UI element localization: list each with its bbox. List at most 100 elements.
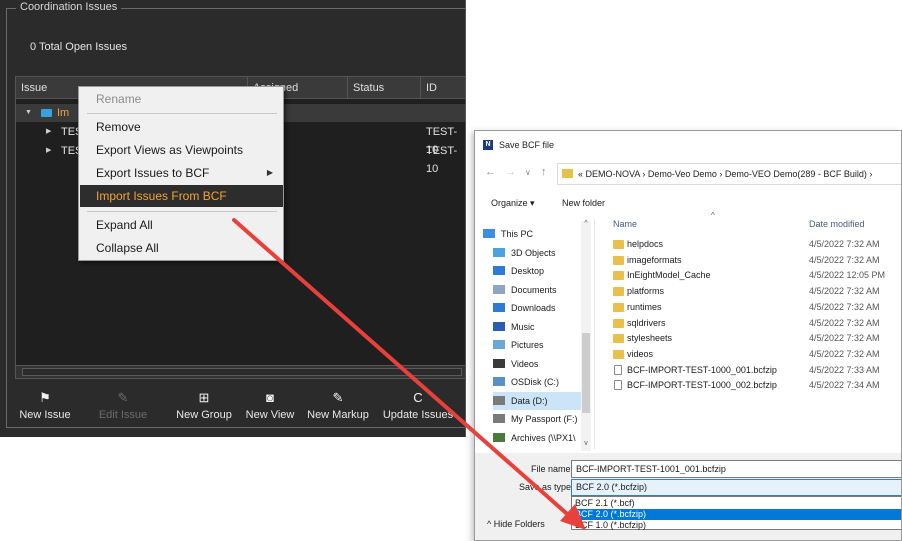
scrollbar-thumb[interactable] (582, 333, 590, 413)
nav-item[interactable]: Videos (493, 355, 538, 373)
file-list-row[interactable]: imageformats 4/5/2022 7:32 AM (601, 253, 901, 268)
save-type-select[interactable]: BCF 2.0 (*.bcfzip) (571, 479, 901, 496)
sort-chevron-icon: ^ (711, 211, 715, 220)
desktop-icon (493, 266, 505, 275)
file-date: 4/5/2022 7:32 AM (809, 301, 880, 312)
dialog-bottom-area: File name: Save as type: BCF 2.0 (*.bcfz… (475, 453, 901, 540)
file-list-row[interactable]: stylesheets 4/5/2022 7:32 AM (601, 331, 901, 346)
collapse-triangle-icon[interactable]: ▶ (46, 123, 51, 141)
back-arrow-icon[interactable]: ← (485, 166, 496, 178)
nav-item[interactable]: My Passport (F:) (493, 410, 578, 428)
column-header-name[interactable]: Name (613, 219, 637, 229)
file-name: sqldrivers (627, 317, 666, 328)
column-header-id[interactable]: ID (421, 77, 465, 99)
file-date: 4/5/2022 12:05 PM (809, 270, 886, 281)
new-markup-label: New Markup (307, 409, 369, 421)
nav-item[interactable]: 3D Objects (493, 244, 556, 262)
app-icon: N (483, 140, 493, 150)
address-bar[interactable]: « DEMO-NOVA › Demo-Veo Demo › Demo-VEO D… (557, 163, 901, 185)
collapse-triangle-icon[interactable]: ▶ (46, 142, 51, 160)
type-option-bcf20[interactable]: BCF 2.0 (*.bcfzip) (572, 509, 901, 520)
nav-item[interactable]: Data (D:) (493, 391, 589, 410)
file-list-row[interactable]: platforms 4/5/2022 7:32 AM (601, 284, 901, 299)
recent-chevron-icon[interactable]: ∨ (525, 168, 531, 177)
nav-item[interactable]: Documents (493, 281, 557, 299)
add-group-icon: ⊞ (198, 390, 210, 405)
new-folder-button[interactable]: New folder (562, 191, 605, 215)
nav-item-label: Archives (\\PX1\ (511, 432, 576, 443)
folder-icon (613, 334, 624, 344)
new-view-label: New View (245, 409, 295, 421)
group-title: Coordination Issues (16, 0, 122, 14)
file-date: 4/5/2022 7:32 AM (809, 254, 880, 265)
type-option-bcf21[interactable]: BCF 2.1 (*.bcf) (572, 498, 901, 509)
horizontal-scrollbar[interactable] (15, 366, 465, 379)
menu-item-rename[interactable]: Rename (80, 88, 283, 110)
new-issue-label: New Issue (19, 409, 71, 421)
update-issues-button[interactable]: C Update Issues (378, 387, 458, 433)
forward-arrow-icon[interactable]: → (505, 166, 516, 178)
network-drive-icon (493, 432, 505, 442)
menu-item-export-viewpoints[interactable]: Export Views as Viewpoints (80, 139, 283, 161)
file-name: videos (627, 348, 654, 359)
new-group-button[interactable]: ⊞ New Group (172, 387, 236, 433)
file-list: Name ^ Date modified helpdocs 4/5/2022 7:… (601, 211, 901, 455)
menu-item-import-bcf[interactable]: Import Issues From BCF (80, 185, 283, 207)
file-list-row[interactable]: sqldrivers 4/5/2022 7:32 AM (601, 316, 901, 331)
file-list-row[interactable]: helpdocs 4/5/2022 7:32 AM (601, 237, 901, 252)
edit-issue-button[interactable]: ✎ Edit Issue (92, 387, 154, 433)
address-path: « DEMO-NOVA › Demo-Veo Demo › Demo-VEO D… (578, 169, 873, 179)
menu-item-collapse-all[interactable]: Collapse All (80, 237, 283, 259)
file-date: 4/5/2022 7:33 AM (809, 364, 880, 375)
menu-separator (87, 113, 277, 114)
nav-item[interactable]: Music (493, 318, 535, 336)
nav-item[interactable]: OSDisk (C:) (493, 373, 559, 391)
pencil-icon: ✎ (117, 390, 129, 405)
pictures-icon (493, 340, 505, 349)
column-header-date[interactable]: Date modified (809, 219, 865, 229)
up-arrow-icon[interactable]: ↑ (541, 166, 547, 178)
menu-item-export-bcf[interactable]: Export Issues to BCF ▶ (80, 162, 283, 184)
scroll-down-icon[interactable]: v (581, 440, 591, 447)
file-name-label: File name: (531, 464, 574, 474)
scroll-up-icon[interactable]: ^ (581, 220, 591, 227)
new-markup-button[interactable]: ✎ New Markup (304, 387, 372, 433)
file-list-row[interactable]: BCF-IMPORT-TEST-1000_001.bcfzip 4/5/2022 … (601, 363, 901, 378)
dialog-title-bar[interactable]: N Save BCF file (475, 131, 901, 159)
nav-item-label: Data (D:) (511, 395, 548, 406)
new-issue-button[interactable]: ⚑ New Issue (12, 387, 78, 433)
file-name-input[interactable] (571, 460, 901, 478)
column-header-status[interactable]: Status (348, 77, 421, 99)
nav-item[interactable]: Pictures (493, 336, 544, 354)
command-bar: Organize ▾ New folder (475, 191, 901, 215)
nav-item[interactable]: Downloads (493, 299, 556, 317)
folder-icon (613, 302, 624, 312)
file-list-row[interactable]: videos 4/5/2022 7:32 AM (601, 347, 901, 362)
nav-item[interactable]: Desktop (493, 262, 544, 280)
nav-item-label: Desktop (511, 266, 545, 276)
file-list-row[interactable]: InEightModel_Cache 4/5/2022 12:05 PM (601, 268, 901, 283)
menu-separator (87, 211, 277, 212)
file-list-row[interactable]: runtimes 4/5/2022 7:32 AM (601, 300, 901, 315)
row-label: Im (57, 107, 70, 119)
file-date: 4/5/2022 7:32 AM (809, 348, 880, 359)
nav-item[interactable]: This PC (483, 225, 533, 243)
save-bcf-dialog: N Save BCF file ← → ∨ ↑ « DEMO-NOVA › De… (474, 130, 902, 541)
menu-item-expand-all[interactable]: Expand All (80, 214, 283, 236)
type-option-bcf10[interactable]: BCF 1.0 (*.bcfzip) (572, 520, 901, 531)
file-list-row[interactable]: BCF-IMPORT-TEST-1000_002.bcfzip 4/5/2022 … (601, 378, 901, 393)
folder-icon (613, 349, 624, 359)
issues-toolbar: ⚑ New Issue ✎ Edit Issue ⊞ New Group ◙ N… (0, 387, 465, 437)
file-name: helpdocs (627, 239, 664, 249)
nav-pane-scrollbar[interactable]: ^ v (581, 220, 591, 451)
organize-button[interactable]: Organize ▾ (491, 191, 535, 215)
folder-icon (562, 169, 573, 178)
menu-item-remove[interactable]: Remove (80, 116, 283, 138)
hide-folders-button[interactable]: ^ Hide Folders (487, 519, 545, 529)
new-view-button[interactable]: ◙ New View (242, 387, 298, 433)
nav-item[interactable]: Archives (\\PX1\ (493, 429, 576, 447)
scrollbar-thumb[interactable] (22, 368, 462, 376)
folder-icon (613, 318, 624, 328)
file-name: runtimes (627, 301, 662, 312)
expand-triangle-icon[interactable]: ▼ (25, 104, 32, 122)
